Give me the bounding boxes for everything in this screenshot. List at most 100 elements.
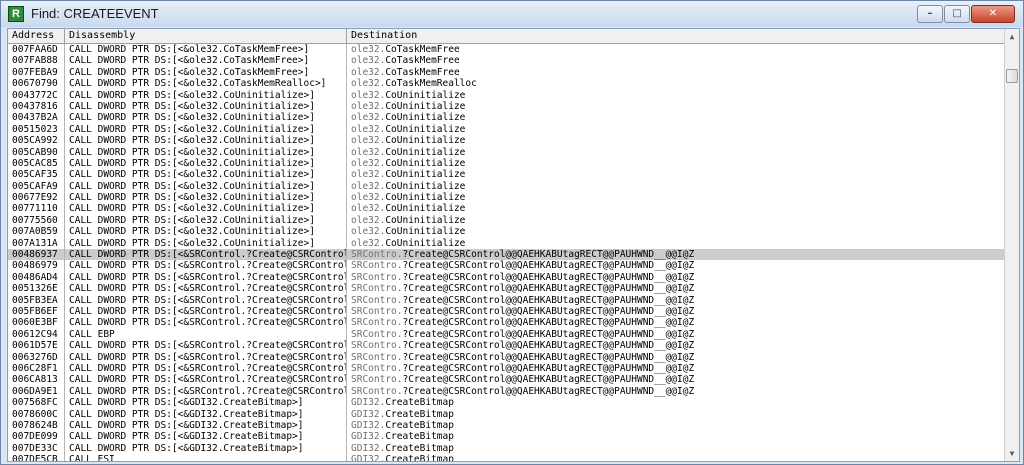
table-row[interactable]: 005CAF35 CALL DWORD PTR DS:[<&ole32.CoUni… [8,169,1004,181]
table-row[interactable]: 0060E3BF CALL DWORD PTR DS:[<&SRControl.?… [8,317,1004,329]
minimize-button[interactable]: – [917,5,943,23]
vertical-scrollbar[interactable]: ▲ ▼ [1004,29,1019,461]
table-row[interactable]: 005CAFA9 CALL DWORD PTR DS:[<&ole32.CoUni… [8,180,1004,193]
row-address: 005FB6EF [8,305,65,318]
row-disassembly: CALL DWORD PTR DS:[<&ole32.CoUninitializ… [65,112,347,124]
column-header-address[interactable]: Address [8,29,65,43]
table-row[interactable]: 007DE5CB CALL ESI GDI32.CreateBitmap [8,454,1004,461]
table-row[interactable]: 00437816 CALL DWORD PTR DS:[<&ole32.CoUni… [8,100,1004,113]
scroll-up-arrow-icon[interactable]: ▲ [1005,29,1019,44]
row-disassembly: CALL DWORD PTR DS:[<&ole32.CoUninitializ… [65,135,347,147]
row-destination-function: CoUninitialize [385,157,466,169]
row-destination-module: GDI32. [351,454,386,461]
table-row[interactable]: 00775560 CALL DWORD PTR DS:[<&ole32.CoUni… [8,214,1004,227]
row-destination: SRContro.?Create@CSRControl@@QAEHKABUtag… [347,329,1004,340]
table-row[interactable]: 007FEBA9 CALL DWORD PTR DS:[<&ole32.CoTas… [8,66,1004,79]
row-disassembly: CALL DWORD PTR DS:[<&ole32.CoUninitializ… [65,89,347,101]
row-disassembly: CALL DWORD PTR DS:[<&GDI32.CreateBitmap>… [65,397,347,409]
row-disassembly: CALL DWORD PTR DS:[<&SRControl.?Create@C… [65,374,347,386]
row-address: 00670790 [8,78,65,90]
row-disassembly: CALL DWORD PTR DS:[<&ole32.CoUninitializ… [65,192,347,204]
table-row[interactable]: 005CAC85 CALL DWORD PTR DS:[<&ole32.CoUni… [8,157,1004,170]
table-row[interactable]: 0051326E CALL DWORD PTR DS:[<&SRControl.?… [8,283,1004,295]
row-destination-module: ole32. [351,157,386,169]
row-destination: GDI32.CreateBitmap [347,409,1004,420]
table-row[interactable]: 00515023 CALL DWORD PTR DS:[<&ole32.CoUni… [8,123,1004,136]
row-destination: GDI32.CreateBitmap [347,443,1004,454]
find-window: R Find: CREATEEVENT – □ ✕ Address Disass… [0,0,1024,465]
row-destination: ole32.CoUninitialize [347,238,1004,249]
row-destination-module: ole32. [351,237,386,249]
row-disassembly: CALL DWORD PTR DS:[<&ole32.CoTaskMemFree… [65,44,347,56]
window-controls: – □ ✕ [916,5,1015,23]
row-destination-module: ole32. [351,112,386,124]
row-address: 007DE5CB [8,454,65,461]
row-destination-function: ?Create@CSRControl@@QAEHKABUtagRECT@@PAU… [402,271,695,283]
close-button[interactable]: ✕ [971,5,1015,23]
table-row[interactable]: 007A0B59 CALL DWORD PTR DS:[<&ole32.CoUni… [8,226,1004,238]
table-row[interactable]: 005FB3EA CALL DWORD PTR DS:[<&SRControl.?… [8,294,1004,306]
table-row[interactable]: 005CAB90 CALL DWORD PTR DS:[<&ole32.CoUni… [8,146,1004,158]
row-destination: SRContro.?Create@CSRControl@@QAEHKABUtag… [347,260,1004,271]
row-destination: ole32.CoUninitialize [347,226,1004,237]
table-row[interactable]: 007A131A CALL DWORD PTR DS:[<&ole32.CoUni… [8,237,1004,250]
table-row[interactable]: 007DE099 CALL DWORD PTR DS:[<&GDI32.Creat… [8,431,1004,443]
scroll-down-arrow-icon[interactable]: ▼ [1005,446,1019,461]
table-row[interactable]: 0063276D CALL DWORD PTR DS:[<&SRControl.?… [8,351,1004,363]
row-address: 007FAB88 [8,55,65,67]
table-row[interactable]: 00612C94 CALL EBP SRContro.?Create@CSRCont… [8,328,1004,341]
table-row[interactable]: 00437B2A CALL DWORD PTR DS:[<&ole32.CoUni… [8,112,1004,124]
row-address: 0078624B [8,419,65,432]
table-row[interactable]: 00486AD4 CALL DWORD PTR DS:[<&SRControl.?… [8,271,1004,284]
table-row[interactable]: 005FB6EF CALL DWORD PTR DS:[<&SRControl.?… [8,305,1004,318]
row-destination-module: ole32. [351,214,386,226]
row-destination-function: CreateBitmap [385,431,454,443]
row-address: 007A0B59 [8,226,65,238]
row-destination: SRContro.?Create@CSRControl@@QAEHKABUtag… [347,306,1004,317]
row-destination-function: CreateBitmap [385,419,454,431]
table-row[interactable]: 0078600C CALL DWORD PTR DS:[<&GDI32.Creat… [8,408,1004,420]
table-row[interactable]: 005CA992 CALL DWORD PTR DS:[<&ole32.CoUni… [8,135,1004,147]
row-address: 00771110 [8,203,65,215]
row-destination: ole32.CoUninitialize [347,147,1004,158]
table-row[interactable]: 007FAA6D CALL DWORD PTR DS:[<&ole32.CoTas… [8,44,1004,56]
scroll-thumb[interactable] [1006,69,1018,83]
table-row[interactable]: 00771110 CALL DWORD PTR DS:[<&ole32.CoUni… [8,203,1004,215]
row-address: 0061D57E [8,340,65,352]
maximize-button[interactable]: □ [944,5,970,23]
column-header-disassembly[interactable]: Disassembly [65,29,347,43]
table-row[interactable]: 0078624B CALL DWORD PTR DS:[<&GDI32.Creat… [8,419,1004,432]
table-row[interactable]: 0061D57E CALL DWORD PTR DS:[<&SRControl.?… [8,340,1004,352]
row-destination-function: CoTaskMemFree [385,66,460,78]
row-destination: GDI32.CreateBitmap [347,431,1004,442]
table-row[interactable]: 0043772C CALL DWORD PTR DS:[<&ole32.CoUni… [8,89,1004,101]
table-row[interactable]: 006CA813 CALL DWORD PTR DS:[<&SRControl.?… [8,374,1004,386]
row-destination-function: CoTaskMemRealloc [385,78,477,90]
row-disassembly: CALL DWORD PTR DS:[<&ole32.CoUninitializ… [65,180,347,193]
row-disassembly: CALL DWORD PTR DS:[<&SRControl.?Create@C… [65,340,347,352]
row-destination-module: ole32. [351,100,386,112]
row-address: 005CAB90 [8,146,65,158]
table-row[interactable]: 00486937 CALL DWORD PTR DS:[<&SRControl.?… [8,249,1004,261]
title-bar[interactable]: R Find: CREATEEVENT – □ ✕ [1,1,1023,27]
row-address: 00486937 [8,249,65,261]
column-header-destination[interactable]: Destination [347,29,1004,43]
row-address: 005CA992 [8,135,65,147]
row-destination-function: CoTaskMemFree [385,44,460,55]
table-row[interactable]: 007568FC CALL DWORD PTR DS:[<&GDI32.Creat… [8,397,1004,409]
table-row[interactable]: 006DA9E1 CALL DWORD PTR DS:[<&SRControl.?… [8,385,1004,398]
row-destination: SRContro.?Create@CSRControl@@QAEHKABUtag… [347,272,1004,283]
row-destination: ole32.CoTaskMemFree [347,67,1004,78]
table-row[interactable]: 007DE33C CALL DWORD PTR DS:[<&GDI32.Creat… [8,442,1004,455]
table-row[interactable]: 00670790 CALL DWORD PTR DS:[<&ole32.CoTas… [8,78,1004,90]
row-disassembly: CALL DWORD PTR DS:[<&SRControl.?Create@C… [65,317,347,329]
row-address: 007568FC [8,397,65,409]
row-disassembly: CALL DWORD PTR DS:[<&SRControl.?Create@C… [65,294,347,306]
table-row[interactable]: 00677E92 CALL DWORD PTR DS:[<&ole32.CoUni… [8,192,1004,204]
row-address: 00437B2A [8,112,65,124]
table-row[interactable]: 007FAB88 CALL DWORD PTR DS:[<&ole32.CoTas… [8,55,1004,67]
table-row[interactable]: 006C28F1 CALL DWORD PTR DS:[<&SRControl.?… [8,362,1004,375]
row-disassembly: CALL DWORD PTR DS:[<&SRControl.?Create@C… [65,305,347,318]
table-row[interactable]: 00486979 CALL DWORD PTR DS:[<&SRControl.?… [8,260,1004,272]
row-destination-function: ?Create@CSRControl@@QAEHKABUtagRECT@@PAU… [402,294,695,306]
